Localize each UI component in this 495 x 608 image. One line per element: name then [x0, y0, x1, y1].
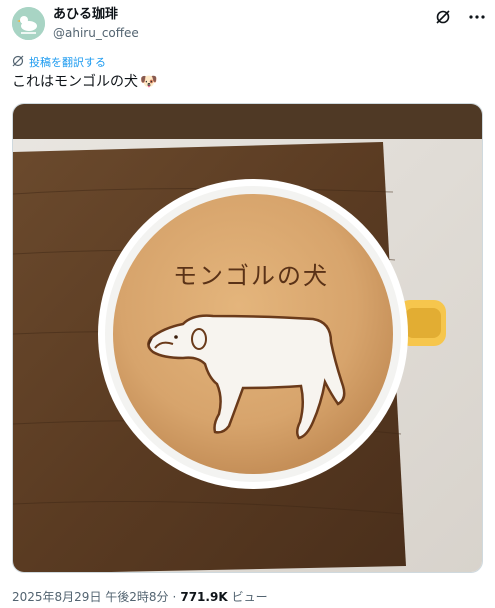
- dog-emoji: 🐶: [140, 74, 158, 90]
- tweet-meta: 2025年8月29日 午後2時8分 · 771.9K ビュー: [12, 588, 268, 605]
- tweet-body: これはモンゴルの犬: [12, 74, 138, 90]
- user-handle[interactable]: @ahiru_coffee: [53, 25, 139, 41]
- timestamp[interactable]: 2025年8月29日 午後2時8分: [12, 588, 169, 605]
- tweet-image[interactable]: モンゴルの犬: [12, 103, 483, 573]
- meta-separator: ·: [172, 589, 177, 604]
- translate-icon: [12, 55, 24, 70]
- latte-art-text: モンゴルの犬: [173, 262, 329, 290]
- latte-art-photo: モンゴルの犬: [13, 104, 482, 572]
- views-count: 771.9K: [180, 589, 228, 604]
- tweet-text: これはモンゴルの犬 🐶: [12, 73, 157, 91]
- more-icon[interactable]: [467, 7, 487, 27]
- grok-icon[interactable]: [433, 7, 453, 27]
- translate-link[interactable]: 投稿を翻訳する: [12, 54, 106, 70]
- tweet-header: あひる珈琲 @ahiru_coffee: [12, 7, 487, 41]
- translate-label[interactable]: 投稿を翻訳する: [29, 54, 106, 70]
- author-names: あひる珈琲 @ahiru_coffee: [53, 7, 139, 41]
- display-name[interactable]: あひる珈琲: [53, 7, 139, 23]
- header-actions: [433, 7, 487, 27]
- views-label: ビュー: [231, 590, 268, 604]
- avatar[interactable]: [12, 7, 45, 40]
